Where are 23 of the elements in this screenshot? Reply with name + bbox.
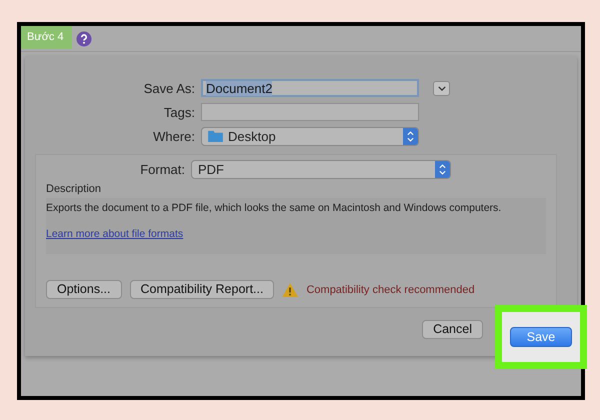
where-label: Where: [152, 128, 195, 144]
help-icon[interactable] [76, 30, 92, 46]
tags-field[interactable] [201, 103, 419, 121]
compatibility-report-button[interactable]: Compatibility Report... [130, 280, 274, 299]
where-dropdown[interactable]: Desktop [201, 126, 419, 146]
warning-icon [282, 282, 298, 296]
filename-field[interactable]: Document2 [201, 79, 419, 97]
file-formats-link[interactable]: Learn more about file formats [46, 228, 184, 240]
format-dropdown[interactable]: PDF [191, 160, 451, 178]
description-heading: Description [46, 183, 102, 195]
description-text: Exports the document to a PDF file, which looks the same on Macintosh and Windows computers. [46, 202, 502, 214]
save-as-label: Save As: [142, 80, 195, 96]
step-label: Bước 4 [21, 26, 72, 49]
chevron-down-icon [438, 86, 446, 90]
warning-text: Compatibility check recommended [306, 284, 475, 296]
format-label: Format: [139, 162, 185, 176]
folder-icon [208, 130, 223, 142]
up-down-arrows-icon [407, 130, 414, 142]
expand-button[interactable] [433, 80, 450, 96]
options-button[interactable]: Options... [46, 280, 122, 299]
cancel-button[interactable]: Cancel [422, 320, 483, 339]
up-down-arrows-icon [439, 164, 446, 174]
tags-label: Tags: [162, 104, 195, 120]
